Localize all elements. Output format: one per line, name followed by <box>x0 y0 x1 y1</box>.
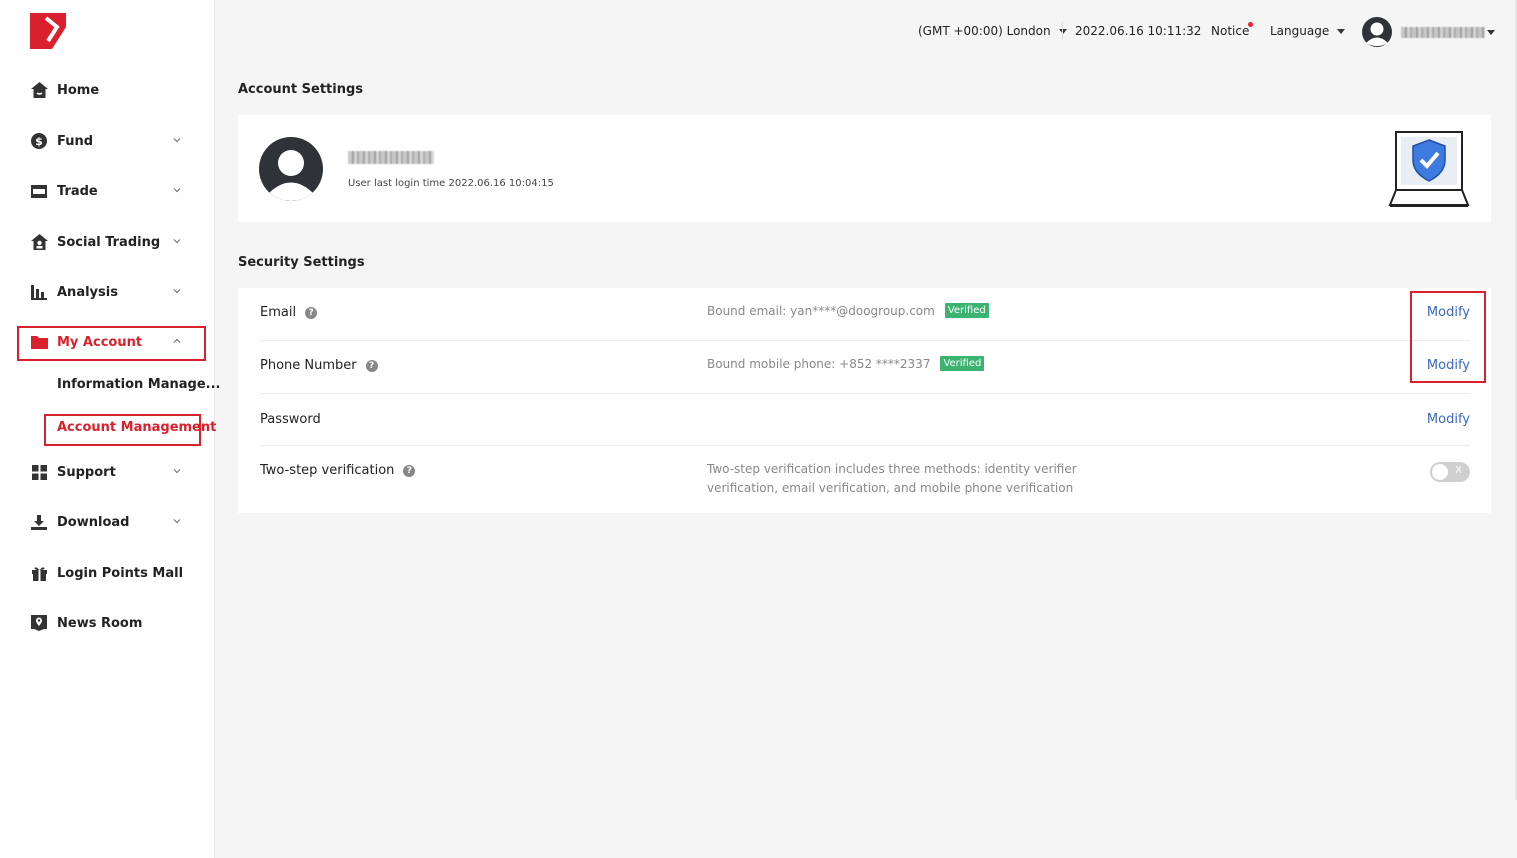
sidebar-item-fund[interactable]: $ Fund <box>30 129 190 153</box>
brand-logo[interactable] <box>30 13 66 49</box>
top-bar: (GMT +00:00) London 2022.06.16 10:11:32 … <box>216 0 1517 62</box>
sidebar-item-label: Home <box>57 82 100 98</box>
divider <box>1062 22 1063 40</box>
account-name-redacted <box>348 151 434 164</box>
svg-text:$: $ <box>35 135 43 148</box>
sidebar-item-label: Download <box>57 514 130 530</box>
two-step-description: Two-step verification includes three met… <box>707 460 1077 498</box>
sidebar-item-trade[interactable]: Trade <box>30 179 190 203</box>
notice-label: Notice <box>1211 24 1250 38</box>
row-label: Phone Number ? <box>260 358 378 373</box>
bound-email-text: Bound email: yan****@doogroup.com <box>707 303 935 318</box>
notice-link[interactable]: Notice <box>1211 24 1249 38</box>
timezone-selector[interactable]: (GMT +00:00) London <box>918 24 1067 38</box>
chevron-down-icon <box>173 239 181 244</box>
help-icon[interactable]: ? <box>305 306 318 319</box>
username-redacted <box>1401 26 1485 38</box>
sidebar-item-label: Social Trading <box>57 234 161 250</box>
help-icon[interactable]: ? <box>403 464 416 477</box>
sidebar-item-support[interactable]: Support <box>30 460 190 484</box>
sidebar-item-analysis[interactable]: Analysis <box>30 280 190 304</box>
highlight-box-modify <box>1410 291 1486 383</box>
language-label: Language <box>1270 24 1330 38</box>
sidebar: Home $ Fund Trade Social Trading Analysi… <box>0 0 220 858</box>
sidebar-item-label: News Room <box>57 615 143 631</box>
last-login-time: User last login time 2022.06.16 10:04:15 <box>348 178 554 189</box>
news-pin-icon <box>30 614 48 632</box>
row-label: Email ? <box>260 305 318 320</box>
sidebar-item-label: Trade <box>57 183 98 199</box>
sidebar-item-download[interactable]: Download <box>30 510 190 534</box>
avatar <box>259 137 323 201</box>
caret-down-icon <box>1337 28 1346 34</box>
sidebar-item-label: Support <box>57 464 116 480</box>
security-laptop-shield-icon <box>1388 131 1470 207</box>
row-label-text: Phone Number <box>260 358 357 373</box>
dollar-icon: $ <box>30 132 48 150</box>
chevron-down-icon <box>173 138 181 143</box>
toggle-off-mark: X <box>1455 465 1462 476</box>
row-description: Bound email: yan****@doogroup.com Verifi… <box>707 303 989 318</box>
security-row-phone: Phone Number ? Bound mobile phone: +852 … <box>260 341 1470 394</box>
chevron-down-icon <box>173 469 181 474</box>
row-label-text: Password <box>260 412 321 427</box>
trade-card-icon <box>30 182 48 200</box>
row-label: Two-step verification ? <box>260 463 416 478</box>
security-row-two-step: Two-step verification ? Two-step verific… <box>260 446 1470 513</box>
security-row-email: Email ? Bound email: yan****@doogroup.co… <box>260 288 1470 341</box>
language-selector[interactable]: Language <box>1270 24 1346 38</box>
current-datetime: 2022.06.16 10:11:32 <box>1075 24 1202 38</box>
account-card: User last login time 2022.06.16 10:04:15 <box>238 115 1491 222</box>
sidebar-item-login-points-mall[interactable]: Login Points Mall <box>30 561 190 585</box>
description-line: Two-step verification includes three met… <box>707 462 1077 476</box>
chevron-down-icon <box>173 289 181 294</box>
row-label: Password <box>260 412 321 427</box>
security-card: Email ? Bound email: yan****@doogroup.co… <box>238 288 1491 513</box>
security-row-password: Password Modify <box>260 394 1470 446</box>
help-icon[interactable]: ? <box>365 359 378 372</box>
row-label-text: Two-step verification <box>260 463 395 478</box>
account-settings-title: Account Settings <box>238 82 364 97</box>
highlight-box-my-account <box>17 326 206 361</box>
notice-dot-icon <box>1248 22 1253 27</box>
user-avatar-icon <box>1362 17 1392 47</box>
modify-password-button[interactable]: Modify <box>1427 412 1470 427</box>
chevron-down-icon <box>173 188 181 193</box>
sidebar-item-news-room[interactable]: News Room <box>30 611 190 635</box>
sidebar-item-label: Login Points Mall <box>57 565 184 581</box>
description-line: verification, email verification, and mo… <box>707 481 1074 495</box>
grid-icon <box>30 463 48 481</box>
highlight-box-account-management <box>44 414 201 446</box>
sidebar-item-label: Analysis <box>57 284 118 300</box>
gift-icon <box>30 564 48 582</box>
caret-down-icon <box>1487 29 1495 35</box>
home-icon <box>30 81 48 99</box>
sidebar-item-home[interactable]: Home <box>30 78 190 102</box>
chevron-down-icon <box>173 519 181 524</box>
verified-badge: Verified <box>940 356 985 371</box>
social-house-icon <box>30 233 48 251</box>
sidebar-item-social-trading[interactable]: Social Trading <box>30 230 190 254</box>
security-settings-title: Security Settings <box>238 255 365 270</box>
user-menu[interactable] <box>1362 17 1495 47</box>
download-icon <box>30 513 48 531</box>
timezone-label: (GMT +00:00) London <box>918 24 1051 38</box>
bar-chart-icon <box>30 283 48 301</box>
row-description: Bound mobile phone: +852 ****2337 Verifi… <box>707 356 985 371</box>
row-label-text: Email <box>260 305 297 320</box>
bound-phone-text: Bound mobile phone: +852 ****2337 <box>707 356 931 371</box>
toggle-knob <box>1432 464 1448 480</box>
verified-badge: Verified <box>944 303 989 318</box>
sidebar-subitem-information-management[interactable]: Information Manage... <box>57 377 220 392</box>
two-step-toggle[interactable]: X <box>1430 462 1470 482</box>
sidebar-item-label: Fund <box>57 133 94 149</box>
